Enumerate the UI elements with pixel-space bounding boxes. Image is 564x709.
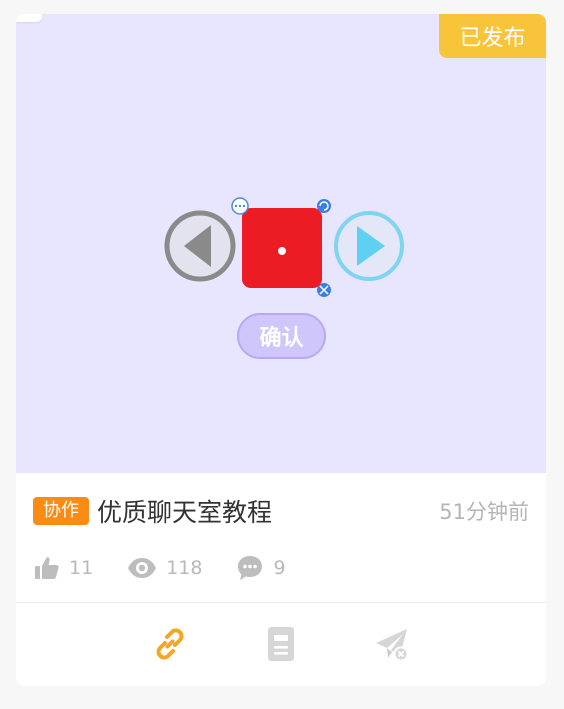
preview-left-arrow-icon (164, 210, 236, 282)
preview-right-arrow-icon (334, 211, 404, 281)
view-count: 118 (166, 557, 203, 579)
title-row: 协作 优质聊天室教程 51分钟前 (33, 494, 529, 528)
card-actions (16, 604, 546, 686)
like-icon[interactable] (34, 555, 60, 581)
project-thumbnail[interactable]: 确认 已发布 (16, 14, 546, 473)
eye-icon (127, 557, 157, 579)
project-card[interactable]: 确认 已发布 协作 优质聊天室教程 51分钟前 11 118 9 (16, 14, 546, 686)
project-title[interactable]: 优质聊天室教程 (97, 493, 439, 529)
publish-button[interactable] (372, 626, 412, 666)
link-icon (152, 626, 188, 666)
document-button[interactable] (261, 626, 301, 666)
send-disabled-icon (374, 626, 410, 666)
updated-time: 51分钟前 (439, 500, 529, 524)
thumbnail-preview (164, 197, 404, 359)
stats-row: 11 118 9 (34, 552, 320, 584)
document-icon (266, 626, 296, 666)
preview-confirm-label: 确认 (259, 326, 304, 351)
divider (16, 602, 546, 603)
view-stat: 118 (127, 557, 202, 579)
comment-icon[interactable] (236, 554, 264, 582)
status-badge: 已发布 (439, 14, 546, 58)
copy-link-button[interactable] (150, 626, 190, 666)
comment-count: 9 (273, 557, 286, 579)
category-tag: 协作 (33, 497, 89, 525)
like-stat[interactable]: 11 (34, 555, 93, 581)
preview-selected-element (231, 197, 331, 297)
comment-stat[interactable]: 9 (236, 554, 286, 582)
like-count: 11 (69, 557, 94, 579)
